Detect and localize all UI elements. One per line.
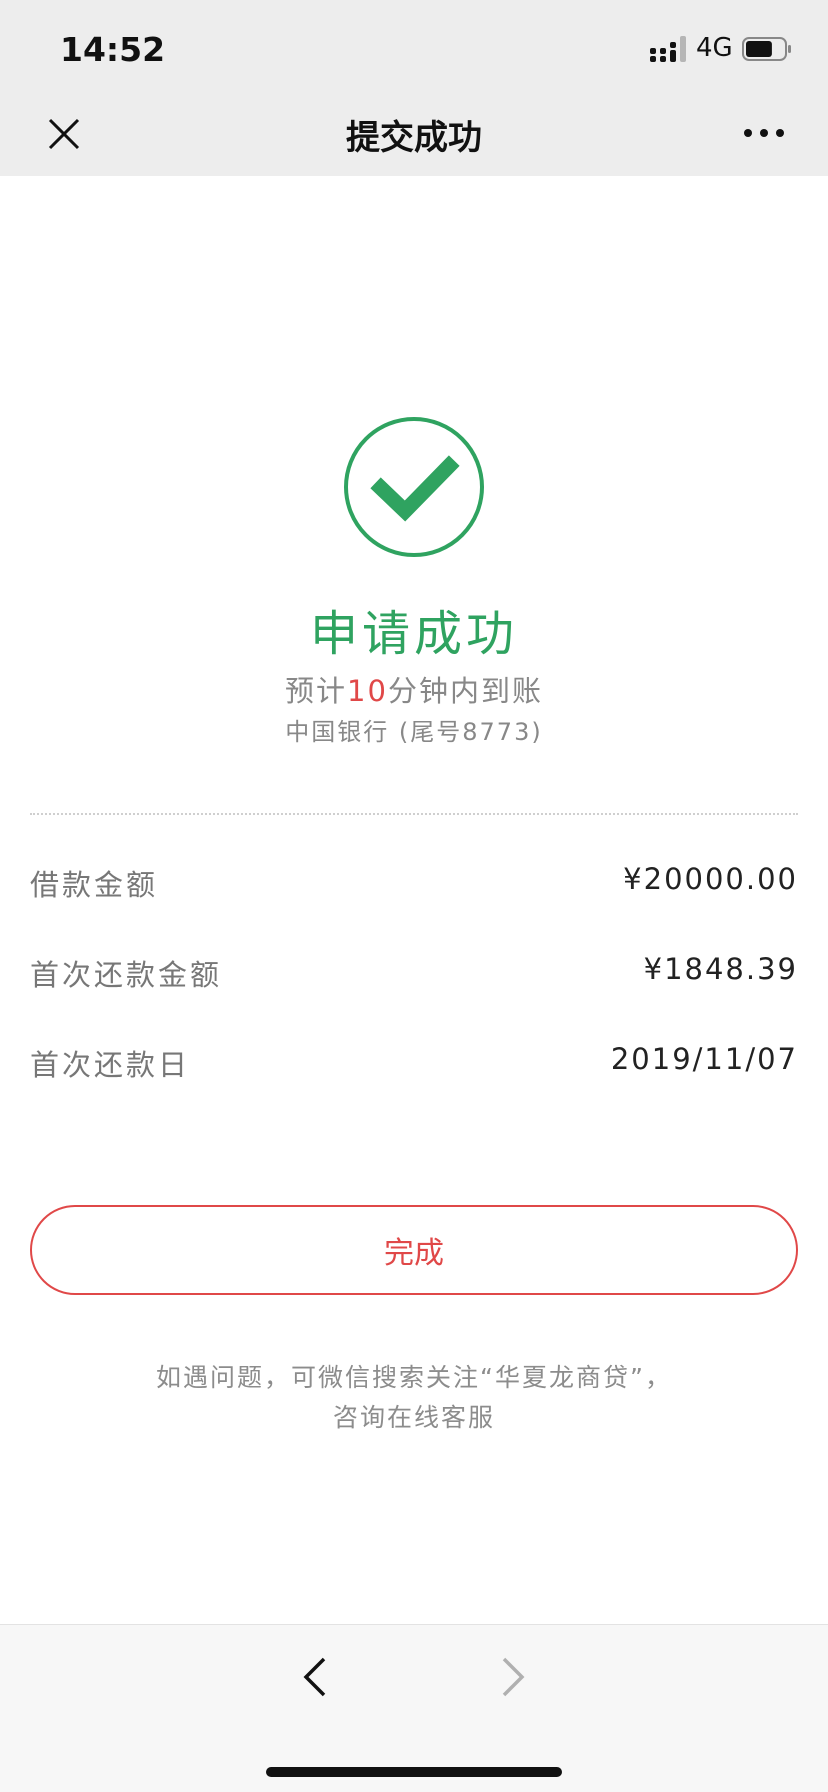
browser-toolbar [0, 1624, 828, 1792]
back-arrow-icon[interactable] [300, 1655, 330, 1699]
divider [30, 813, 798, 815]
arrival-estimate: 预计10分钟内到账 [0, 668, 828, 710]
detail-label: 首次还款金额 [30, 958, 223, 992]
nav-bar: 提交成功 [0, 100, 828, 176]
detail-row-first-repayment-amount: 首次还款金额 ¥1848.39 [30, 952, 798, 992]
done-button[interactable]: 完成 [30, 1205, 798, 1295]
success-title: 申请成功 [309, 606, 518, 662]
detail-row-first-repayment-date: 首次还款日 2019/11/07 [30, 1042, 798, 1082]
cellular-signal-icon [650, 36, 686, 62]
success-check-icon [344, 417, 484, 557]
help-line-2: 咨询在线客服 [332, 1403, 495, 1432]
eta-prefix: 预计 [285, 674, 348, 708]
network-type: 4G [696, 33, 733, 63]
eta-minutes: 10 [347, 674, 388, 708]
detail-label: 借款金额 [30, 868, 159, 902]
battery-icon [742, 37, 791, 61]
detail-row-loan-amount: 借款金额 ¥20000.00 [30, 862, 798, 902]
detail-label: 首次还款日 [30, 1048, 191, 1082]
detail-value: 2019/11/07 [610, 1042, 798, 1076]
status-time: 14:52 [60, 30, 166, 69]
home-indicator [266, 1767, 562, 1777]
help-line-1: 如遇问题，可微信搜索关注“华夏龙商贷”， [156, 1363, 672, 1392]
help-text: 如遇问题，可微信搜索关注“华夏龙商贷”， 咨询在线客服 [0, 1358, 828, 1438]
bank-account: 中国银行 (尾号8773) [285, 718, 543, 746]
detail-value: ¥20000.00 [623, 862, 798, 896]
status-bar: 14:52 4G [0, 0, 828, 100]
eta-suffix: 分钟内到账 [387, 674, 543, 708]
forward-arrow-icon[interactable] [498, 1655, 528, 1699]
more-icon[interactable] [742, 118, 786, 148]
page-title: 提交成功 [346, 118, 482, 158]
detail-value: ¥1848.39 [643, 952, 798, 986]
